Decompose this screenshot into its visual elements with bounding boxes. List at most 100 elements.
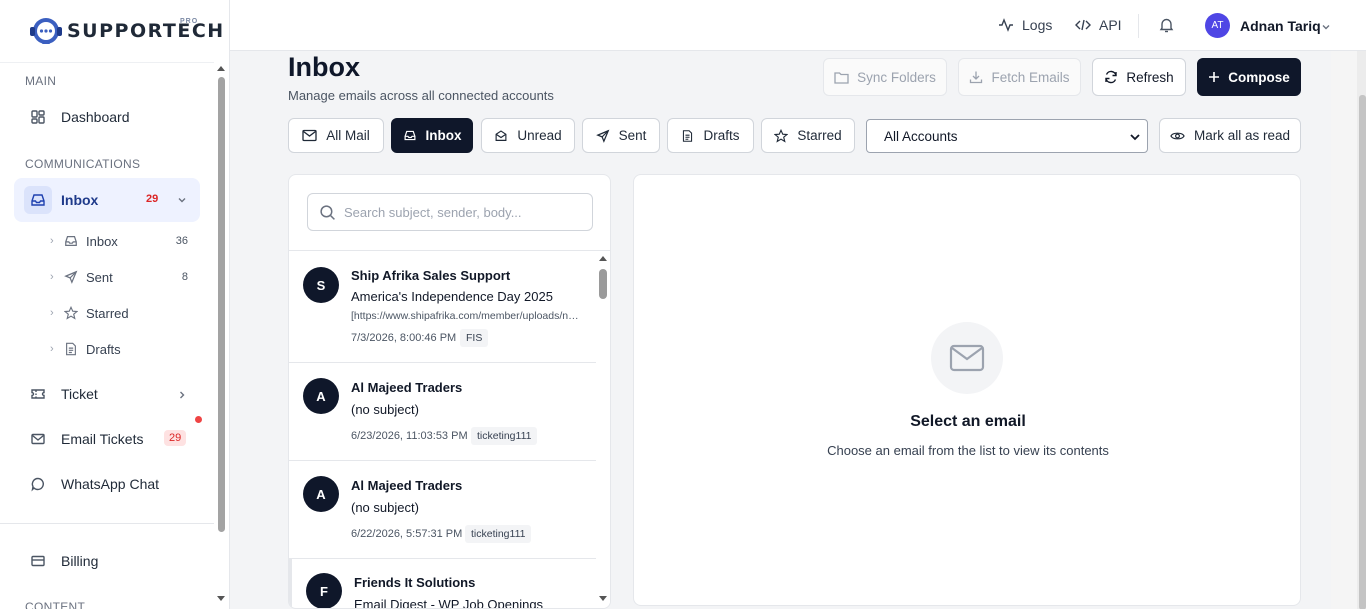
filter-all-mail[interactable]: All Mail bbox=[288, 118, 384, 153]
api-link[interactable]: API bbox=[1075, 17, 1122, 33]
compose-label: Compose bbox=[1228, 69, 1290, 85]
avatar: A bbox=[303, 378, 339, 414]
sidebar-item-label: Billing bbox=[61, 553, 99, 569]
document-icon bbox=[683, 129, 693, 142]
fetch-emails-label: Fetch Emails bbox=[991, 69, 1070, 85]
empty-state-illustration bbox=[931, 322, 1003, 394]
headset-logo-icon bbox=[28, 15, 64, 47]
email-sender: Friends It Solutions bbox=[354, 575, 476, 590]
scroll-up-arrow-icon[interactable] bbox=[599, 256, 607, 261]
sidebar-item-billing[interactable]: Billing bbox=[14, 539, 200, 583]
star-icon bbox=[64, 306, 86, 320]
mail-icon bbox=[302, 129, 317, 142]
brand-tag: PRO bbox=[180, 18, 199, 25]
sidebar-nav: MAIN Dashboard COMMUNICATIONS Inbox 29 ›… bbox=[0, 62, 214, 609]
sidebar-subitem-starred[interactable]: › Starred bbox=[50, 298, 200, 328]
filter-unread[interactable]: Unread bbox=[481, 118, 575, 153]
filter-inbox[interactable]: Inbox bbox=[391, 118, 473, 153]
send-icon bbox=[595, 129, 609, 143]
email-sender: Ship Afrika Sales Support bbox=[351, 268, 511, 283]
sidebar-item-whatsapp-chat[interactable]: WhatsApp Chat bbox=[14, 462, 200, 506]
sidebar-item-label: Inbox bbox=[61, 192, 99, 208]
credit-card-icon bbox=[24, 547, 52, 575]
sidebar-item-inbox[interactable]: Inbox 29 bbox=[14, 178, 200, 222]
compose-button[interactable]: Compose bbox=[1197, 58, 1301, 96]
subitem-label: Starred bbox=[86, 305, 129, 321]
subitem-label: Sent bbox=[86, 269, 113, 285]
email-date: 7/3/2026, 8:00:46 PM bbox=[351, 332, 457, 344]
chevron-down-icon[interactable] bbox=[177, 192, 187, 208]
sidebar-subitem-inbox[interactable]: › Inbox 36 bbox=[50, 226, 200, 256]
filter-label: Sent bbox=[618, 128, 647, 143]
refresh-button[interactable]: Refresh bbox=[1092, 58, 1186, 96]
email-tickets-count-badge: 29 bbox=[164, 430, 187, 446]
list-item[interactable]: F Friends It Solutions Email Digest - WP… bbox=[289, 559, 596, 609]
sidebar-item-email-tickets[interactable]: Email Tickets 29 bbox=[14, 417, 200, 461]
dashboard-icon bbox=[24, 103, 52, 131]
avatar: S bbox=[303, 267, 339, 303]
avatar: F bbox=[306, 573, 342, 608]
list-item[interactable]: A Al Majeed Traders (no subject) 6/23/20… bbox=[289, 363, 596, 461]
account-tag: FIS bbox=[460, 329, 489, 347]
sync-folders-label: Sync Folders bbox=[857, 69, 936, 85]
email-subject: Email Digest - WP Job Openings bbox=[354, 597, 544, 609]
bell-icon[interactable] bbox=[1159, 17, 1174, 38]
email-subject: (no subject) bbox=[351, 500, 419, 515]
scrollbar-thumb[interactable] bbox=[218, 77, 225, 532]
folder-icon bbox=[834, 71, 849, 84]
filter-sent[interactable]: Sent bbox=[582, 118, 660, 153]
scroll-down-arrow-icon[interactable] bbox=[599, 596, 607, 601]
scrollbar-thumb[interactable] bbox=[599, 269, 607, 299]
eye-icon bbox=[1170, 132, 1185, 139]
brand-logo[interactable]: SUPPORTECH PRO bbox=[0, 0, 229, 62]
logs-label: Logs bbox=[1022, 17, 1053, 33]
search-input[interactable]: Search subject, sender, body... bbox=[307, 193, 593, 231]
email-subject: (no subject) bbox=[351, 402, 419, 417]
mark-all-read-button[interactable]: Mark all as read bbox=[1159, 118, 1301, 153]
section-communications-label: COMMUNICATIONS bbox=[25, 157, 141, 171]
ticket-icon bbox=[24, 380, 52, 408]
avatar[interactable]: AT bbox=[1205, 13, 1230, 38]
subitem-count: 36 bbox=[175, 235, 188, 247]
sidebar-item-ticket[interactable]: Ticket bbox=[14, 372, 200, 416]
sidebar-item-label: Email Tickets bbox=[61, 431, 144, 447]
user-name[interactable]: Adnan Tariq bbox=[1240, 18, 1321, 34]
page-scrollbar[interactable] bbox=[1331, 51, 1366, 609]
chevron-right-icon: › bbox=[50, 307, 54, 319]
scroll-down-arrow-icon[interactable] bbox=[217, 596, 225, 601]
chevron-right-icon: › bbox=[50, 271, 54, 283]
sidebar-item-dashboard[interactable]: Dashboard bbox=[14, 95, 200, 139]
chevron-down-icon[interactable] bbox=[1321, 19, 1331, 37]
account-select-value: All Accounts bbox=[884, 128, 958, 144]
sidebar: SUPPORTECH PRO MAIN Dashboard COMMUNICAT… bbox=[0, 0, 230, 609]
email-subject: America's Independence Day 2025 bbox=[351, 289, 553, 304]
email-date: 6/23/2026, 11:03:53 PM bbox=[351, 430, 468, 442]
scroll-up-arrow-icon[interactable] bbox=[217, 66, 225, 71]
plus-icon bbox=[1209, 72, 1220, 82]
subitem-count: 8 bbox=[181, 271, 188, 283]
sidebar-scrollbar[interactable] bbox=[214, 62, 230, 609]
list-item[interactable]: A Al Majeed Traders (no subject) 6/22/20… bbox=[289, 461, 596, 559]
activity-icon bbox=[999, 18, 1013, 32]
filter-drafts[interactable]: Drafts bbox=[667, 118, 754, 153]
filter-starred[interactable]: Starred bbox=[761, 118, 855, 153]
scrollbar-thumb[interactable] bbox=[1359, 95, 1366, 609]
top-bar: Logs API AT Adnan Tariq bbox=[230, 0, 1366, 51]
email-list-scrollbar[interactable] bbox=[596, 251, 610, 608]
sidebar-subitem-sent[interactable]: › Sent 8 bbox=[50, 262, 200, 292]
logs-link[interactable]: Logs bbox=[998, 17, 1052, 33]
filter-label: All Mail bbox=[326, 128, 370, 143]
sidebar-subitem-drafts[interactable]: › Drafts bbox=[50, 334, 200, 364]
section-main-label: MAIN bbox=[25, 74, 57, 88]
sidebar-item-label: WhatsApp Chat bbox=[61, 476, 160, 492]
account-select[interactable]: All Accounts bbox=[866, 119, 1148, 153]
fetch-emails-button[interactable]: Fetch Emails bbox=[958, 58, 1081, 96]
subitem-label: Drafts bbox=[86, 341, 121, 357]
download-icon bbox=[970, 71, 983, 84]
sync-folders-button[interactable]: Sync Folders bbox=[823, 58, 947, 96]
filter-label: Starred bbox=[797, 128, 842, 143]
list-item[interactable]: S Ship Afrika Sales Support America's In… bbox=[289, 251, 596, 363]
mail-icon bbox=[24, 425, 52, 453]
inbox-icon bbox=[404, 130, 415, 141]
code-icon bbox=[1075, 19, 1091, 31]
